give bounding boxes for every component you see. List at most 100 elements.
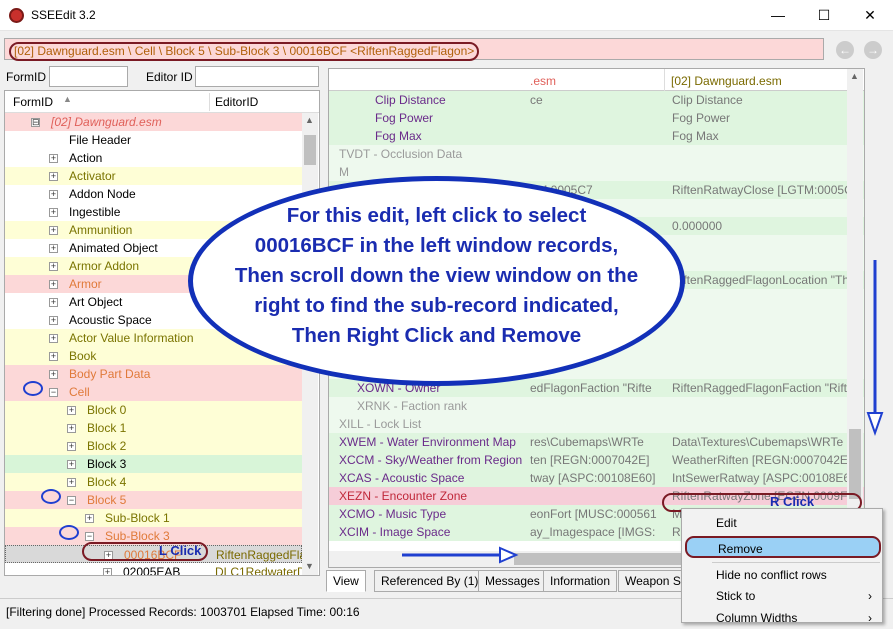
tree-row[interactable]: + Block 0: [5, 401, 302, 419]
expand-icon[interactable]: +: [49, 316, 58, 325]
expand-icon[interactable]: +: [67, 442, 76, 451]
view-row-label: XRNK - Faction rank: [357, 399, 468, 413]
master-value: [530, 109, 664, 127]
expand-icon[interactable]: +: [49, 280, 58, 289]
expand-icon[interactable]: +: [49, 352, 58, 361]
expand-icon[interactable]: +: [49, 190, 58, 199]
expand-icon[interactable]: +: [49, 370, 58, 379]
view-row[interactable]: Clip Distance ce Clip Distance: [329, 91, 864, 109]
view-row-label: XCAS - Acoustic Space: [339, 471, 465, 485]
expand-icon[interactable]: +: [103, 568, 112, 575]
tree-row-label: [02] Dawnguard.esm: [51, 115, 162, 129]
tree-row[interactable]: + Activator: [5, 167, 302, 185]
scroll-down-icon[interactable]: ▼: [305, 561, 314, 571]
formid-column-header[interactable]: FormID: [13, 95, 53, 109]
tree-row[interactable]: +02005EAB DLC1RedwaterD: [5, 563, 306, 575]
expand-icon[interactable]: +: [67, 478, 76, 487]
expand-icon[interactable]: +: [67, 406, 76, 415]
menu-item-hide-no-conflict[interactable]: Hide no conflict rows: [682, 564, 882, 586]
tree-row[interactable]: + Block 3: [5, 455, 302, 473]
plugin-value: Data\Textures\Cubemaps\WRTe: [672, 435, 844, 449]
tree-row-label: Block 2: [87, 439, 127, 453]
title-bar: SSEEdit 3.2 — ☐ ✕: [0, 0, 893, 31]
collapse-icon[interactable]: −: [67, 496, 76, 505]
collapse-icon[interactable]: −: [49, 388, 58, 397]
menu-item-edit[interactable]: Edit: [682, 512, 882, 534]
view-row-label: XCIM - Image Space: [339, 525, 451, 539]
tab-messages[interactable]: Messages: [478, 570, 547, 592]
menu-item-label: Edit: [716, 516, 737, 530]
view-row-label: TVDT - Occlusion Data: [339, 147, 463, 161]
menu-item-stick-to[interactable]: Stick to ›: [682, 585, 882, 607]
expand-icon[interactable]: +: [85, 514, 94, 523]
instruction-line-2: 00016BCF in the left window records,: [254, 234, 619, 257]
expand-icon[interactable]: +: [49, 244, 58, 253]
tree-row[interactable]: File Header: [5, 131, 302, 149]
menu-divider: [712, 562, 880, 563]
status-text: [Filtering done] Processed Records: 1003…: [6, 605, 360, 619]
record-path-text: [02] Dawnguard.esm \ Cell \ Block 5 \ Su…: [9, 42, 480, 61]
view-row[interactable]: XRNK - Faction rank: [329, 397, 864, 415]
expand-icon[interactable]: +: [49, 298, 58, 307]
close-button[interactable]: ✕: [847, 0, 893, 31]
tree-row-label: Armor: [69, 277, 102, 291]
expand-icon[interactable]: +: [49, 334, 58, 343]
view-header: .esm [02] Dawnguard.esm: [329, 69, 864, 91]
collapse-icon[interactable]: −: [85, 532, 94, 541]
scroll-up-icon[interactable]: ▲: [850, 71, 859, 81]
view-row[interactable]: XCCM - Sky/Weather from Region ten [REGN:…: [329, 451, 864, 469]
view-row[interactable]: XWEM - Water Environment Map res\Cubemaps…: [329, 433, 864, 451]
tree-row[interactable]: ⊟ [02] Dawnguard.esm: [5, 113, 302, 131]
tab-referenced-by[interactable]: Referenced By (1): [374, 570, 486, 592]
expand-icon[interactable]: +: [49, 172, 58, 181]
record-path-field[interactable]: [02] Dawnguard.esm \ Cell \ Block 5 \ Su…: [4, 38, 824, 61]
tree-scroll-thumb[interactable]: [304, 135, 316, 165]
back-arrow-icon[interactable]: ←: [836, 41, 854, 59]
tab-information[interactable]: Information: [543, 570, 618, 592]
formid-filter-label: FormID: [6, 70, 46, 84]
expand-icon[interactable]: +: [49, 208, 58, 217]
master-value: ten [REGN:0007042E]: [530, 453, 650, 467]
tab-view[interactable]: View: [326, 570, 366, 592]
view-row[interactable]: Fog Max Fog Max: [329, 127, 864, 145]
maximize-button[interactable]: ☐: [801, 0, 847, 31]
tree-row[interactable]: + Block 1: [5, 419, 302, 437]
view-row-label: XILL - Lock List: [339, 417, 422, 431]
master-value: [530, 415, 664, 433]
view-row-label: Fog Power: [375, 111, 434, 125]
tree-row[interactable]: + Sub-Block 1: [5, 509, 302, 527]
instruction-line-5: Then Right Click and Remove: [291, 324, 582, 347]
editorid-column-header[interactable]: EditorID: [215, 95, 258, 109]
tree-row[interactable]: + Action: [5, 149, 302, 167]
formid-filter-input[interactable]: [49, 66, 128, 87]
tree-row[interactable]: + Body Part Data: [5, 365, 302, 383]
collapse-icon[interactable]: ⊟: [31, 118, 40, 127]
expand-icon[interactable]: +: [67, 424, 76, 433]
plugin-value: Fog Max: [672, 129, 719, 143]
block5-annotation-circle: [41, 489, 61, 504]
expand-icon[interactable]: +: [49, 262, 58, 271]
menu-item-column-widths[interactable]: Column Widths ›: [682, 607, 882, 629]
minimize-button[interactable]: —: [755, 0, 801, 31]
menu-item-remove[interactable]: Remove: [685, 536, 881, 558]
view-row[interactable]: Fog Power Fog Power: [329, 109, 864, 127]
plugin-value: 0.000000: [672, 219, 723, 233]
view-row-label: XWEM - Water Environment Map: [339, 435, 516, 449]
view-row[interactable]: TVDT - Occlusion Data: [329, 145, 864, 163]
tree-row-label: Art Object: [69, 295, 123, 309]
sort-ascending-icon: ▲: [63, 94, 72, 104]
expand-icon[interactable]: +: [67, 460, 76, 469]
expand-icon[interactable]: +: [49, 154, 58, 163]
plugin-value: Fog Power: [672, 111, 731, 125]
view-row[interactable]: XCAS - Acoustic Space tway [ASPC:00108E60…: [329, 469, 864, 487]
editorid-filter-input[interactable]: [195, 66, 319, 87]
view-row[interactable]: XILL - Lock List: [329, 415, 864, 433]
view-scroll-thumb[interactable]: [849, 429, 861, 499]
tree-row[interactable]: − Cell: [5, 383, 302, 401]
scroll-up-icon[interactable]: ▲: [305, 115, 314, 125]
tree-row[interactable]: + Block 2: [5, 437, 302, 455]
forward-arrow-icon[interactable]: →: [864, 41, 882, 59]
expand-icon[interactable]: +: [49, 226, 58, 235]
tree-row-editorid: DLC1RedwaterD: [215, 565, 306, 576]
tree-row-label: Block 4: [87, 475, 127, 489]
